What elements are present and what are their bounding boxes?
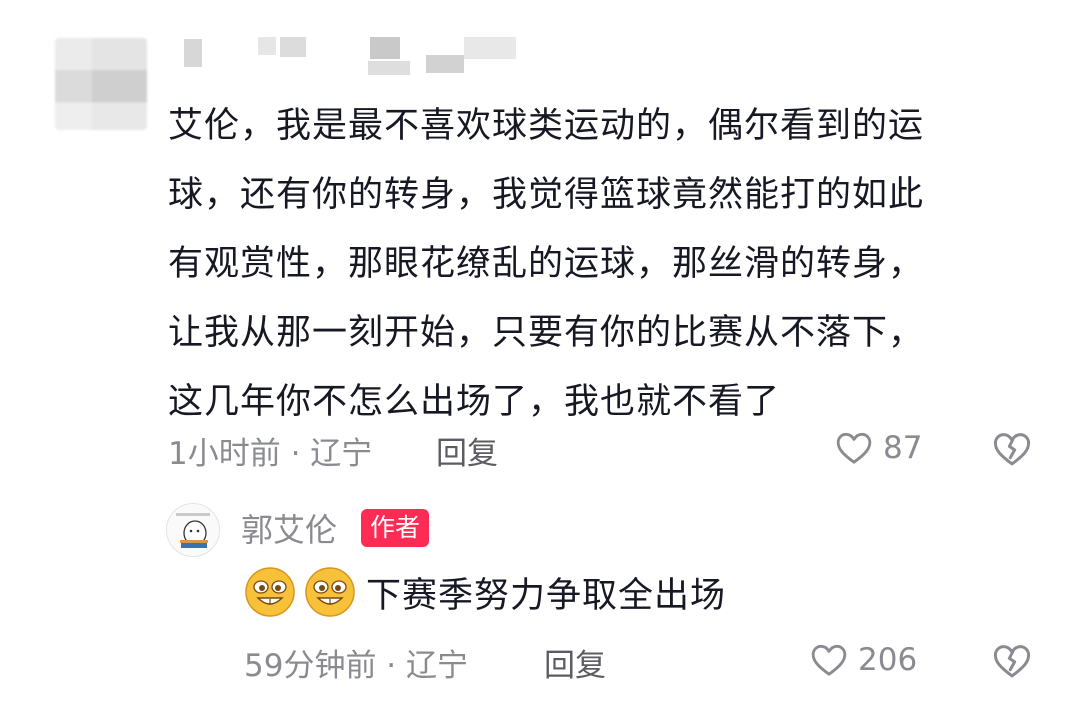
author-reply-body: 下赛季努力争取全出场 xyxy=(244,566,726,618)
comment-like-button[interactable]: 87 xyxy=(833,428,922,468)
broken-heart-icon xyxy=(993,433,1031,466)
author-reply-text: 下赛季努力争取全出场 xyxy=(366,575,727,616)
reply-dislike-button[interactable] xyxy=(990,640,1034,686)
comment-like-count: 87 xyxy=(883,430,923,466)
comment-reply-button[interactable]: 回复 xyxy=(436,428,498,473)
reply-like-button[interactable]: 206 xyxy=(808,640,917,680)
grin-emoji-icon xyxy=(305,567,355,617)
author-badge: 作者 xyxy=(361,509,430,547)
comment-text: 艾伦，我是最不喜欢球类运动的，偶尔看到的运 球，还有你的转身，我觉得篮球竟然能打… xyxy=(168,106,925,422)
heart-outline-icon xyxy=(811,644,847,676)
reply-meta: 59分钟前 · 辽宁 xyxy=(244,640,468,685)
grin-emoji-icon xyxy=(245,567,295,617)
author-avatar[interactable] xyxy=(166,503,220,557)
reply-like-count: 206 xyxy=(858,642,918,678)
comment-time-location: 1小时前 · 辽宁 xyxy=(168,436,373,472)
comment-meta: 1小时前 · 辽宁 xyxy=(168,428,372,473)
author-name[interactable]: 郭艾伦 xyxy=(241,505,337,551)
heart-outline-icon xyxy=(836,432,872,464)
commenter-avatar[interactable] xyxy=(55,38,147,130)
cartoon-avatar-icon xyxy=(167,504,219,556)
comment-dislike-button[interactable] xyxy=(990,428,1034,474)
reply-reply-button[interactable]: 回复 xyxy=(544,640,606,685)
broken-heart-icon xyxy=(993,645,1031,678)
reply-time-location: 59分钟前 · 辽宁 xyxy=(244,648,469,684)
commenter-name-blurred[interactable] xyxy=(180,35,540,75)
